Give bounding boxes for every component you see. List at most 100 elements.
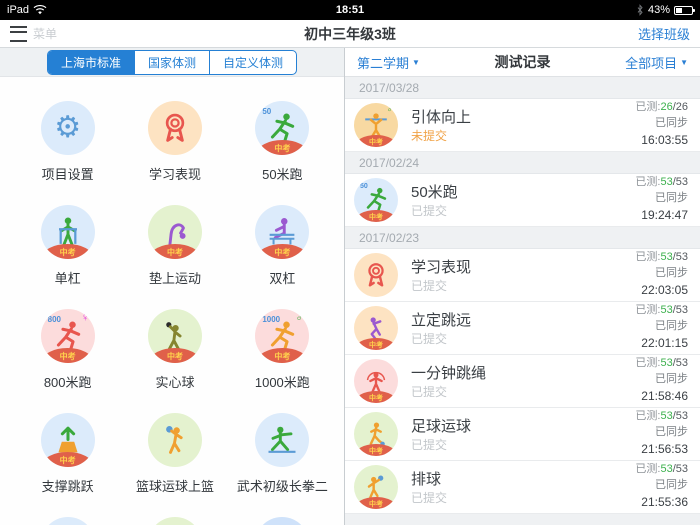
record-main: 立定跳远已提交 <box>411 309 635 347</box>
project-icon: 中考 <box>41 205 95 259</box>
record-row[interactable]: 中考立定跳远已提交已测:53/53已同步22:01:15 <box>345 302 700 355</box>
project-icon: 中考 <box>148 309 202 363</box>
record-row[interactable]: 50中考50米跑已提交已测:53/53已同步19:24:47 <box>345 174 700 227</box>
record-icon: 中考 <box>354 359 398 403</box>
male-icon: ♂ <box>387 104 395 116</box>
record-time: 19:24:47 <box>635 207 688 224</box>
status-right: 43% <box>636 4 693 16</box>
record-meta: 已测:53/53已同步22:01:15 <box>635 303 688 352</box>
project-icon: 800♀中考 <box>41 309 95 363</box>
grid-item-label: 武术初级长拳二 <box>237 476 328 495</box>
record-meta: 已测:53/53已同步19:24:47 <box>635 175 688 224</box>
record-icon: 中考 <box>354 412 398 456</box>
record-meta: 已测:53/53已同步21:56:53 <box>635 409 688 458</box>
record-meta: 已测:26/26已同步16:03:55 <box>635 100 688 149</box>
grid-item[interactable]: 50中考50米跑 <box>229 101 336 205</box>
content: 上海市标准国家体测自定义体测 ⚙项目设置学习表现50中考50米跑中考单杠中考垫上… <box>0 48 700 525</box>
grid-item[interactable]: 武术初级长拳二 <box>229 413 336 517</box>
grid-item[interactable]: 中考双杠 <box>229 205 336 309</box>
status-bar: iPad 18:51 43% <box>0 0 700 20</box>
record-name: 50米跑 <box>411 181 635 202</box>
grid-item-partial[interactable] <box>121 517 228 525</box>
grid-item-label: 垫上运动 <box>149 268 201 287</box>
grid-item[interactable]: 学习表现 <box>121 101 228 205</box>
date-header: 2017/03/28 <box>345 77 700 99</box>
tested-count: 已测:26/26 <box>635 100 688 116</box>
record-status: 已提交 <box>411 436 635 453</box>
grid-item[interactable]: 1000♂中考1000米跑 <box>229 309 336 413</box>
record-meta: 已测:53/53已同步21:55:36 <box>635 462 688 511</box>
grid-item-label: 800米跑 <box>44 372 92 391</box>
record-row[interactable]: 中考排球已提交已测:53/53已同步21:55:36 <box>345 461 700 514</box>
record-icon: 中考 <box>354 465 398 509</box>
distance-label: 50 <box>262 107 271 116</box>
semester-filter[interactable]: 第二学期 ▼ <box>357 53 420 72</box>
record-name: 足球运球 <box>411 415 635 436</box>
grid-item[interactable]: 中考单杠 <box>14 205 121 309</box>
record-status: 已提交 <box>411 330 635 347</box>
record-icon: 中考 <box>354 306 398 350</box>
date-header-partial <box>345 514 700 525</box>
grid-item-partial[interactable] <box>229 517 336 525</box>
record-status: 已提交 <box>411 383 635 400</box>
page-title: 初中三年级3班 <box>0 24 700 44</box>
distance-label: 1000 <box>262 315 280 324</box>
standards-tabs-strip: 上海市标准国家体测自定义体测 <box>0 48 344 77</box>
project-icon: 中考 <box>148 205 202 259</box>
record-name: 立定跳远 <box>411 309 635 330</box>
grid-item-label: 单杠 <box>55 268 81 287</box>
tab-0[interactable]: 上海市标准 <box>48 51 134 74</box>
record-time: 22:01:15 <box>635 335 688 352</box>
sync-status: 已同步 <box>635 116 688 132</box>
record-main: 排球已提交 <box>411 468 635 506</box>
sync-status: 已同步 <box>635 266 688 282</box>
bluetooth-icon <box>636 4 644 16</box>
tab-2[interactable]: 自定义体测 <box>209 51 296 74</box>
record-status: 已提交 <box>411 489 635 506</box>
caret-down-icon: ▼ <box>680 58 688 67</box>
tested-count: 已测:53/53 <box>635 250 688 266</box>
sync-status: 已同步 <box>635 372 688 388</box>
grid-item[interactable]: 篮球运球上篮 <box>121 413 228 517</box>
project-icon <box>148 413 202 467</box>
clock: 18:51 <box>0 4 700 16</box>
grid-item[interactable]: 中考支撑跳跃 <box>14 413 121 517</box>
battery-percent: 43% <box>648 4 670 16</box>
grid-item-label: 支撑跳跃 <box>42 476 94 495</box>
record-name: 一分钟跳绳 <box>411 362 635 383</box>
tested-count: 已测:53/53 <box>635 409 688 425</box>
sync-status: 已同步 <box>635 319 688 335</box>
grid-item[interactable]: 中考垫上运动 <box>121 205 228 309</box>
project-icon: 中考 <box>255 205 309 259</box>
grid-item[interactable]: 中考实心球 <box>121 309 228 413</box>
project-icon: 1000♂中考 <box>255 309 309 363</box>
records-header: 第二学期 ▼ 测试记录 全部项目 ▼ <box>345 48 700 77</box>
record-main: 50米跑已提交 <box>411 181 635 219</box>
grid-item-label: 实心球 <box>155 372 194 391</box>
tab-1[interactable]: 国家体测 <box>134 51 209 74</box>
record-row[interactable]: 中考足球运球已提交已测:53/53已同步21:56:53 <box>345 408 700 461</box>
records-list: 2017/03/28♂中考引体向上未提交已测:26/26已同步16:03:552… <box>345 77 700 525</box>
record-icon <box>354 253 398 297</box>
record-name: 引体向上 <box>411 106 635 127</box>
menu-label: 菜单 <box>33 25 57 42</box>
record-row[interactable]: 学习表现已提交已测:53/53已同步22:03:05 <box>345 249 700 302</box>
grid-item-label: 项目设置 <box>42 164 94 183</box>
menu-button[interactable]: 菜单 <box>10 25 57 42</box>
projects-grid: ⚙项目设置学习表现50中考50米跑中考单杠中考垫上运动中考双杠800♀中考800… <box>0 77 344 525</box>
record-main: 足球运球已提交 <box>411 415 635 453</box>
record-main: 学习表现已提交 <box>411 256 635 294</box>
record-main: 引体向上未提交 <box>411 106 635 144</box>
project-icon: ⚙ <box>41 101 95 155</box>
male-icon: ♂ <box>295 310 304 324</box>
grid-item-partial[interactable] <box>14 517 121 525</box>
project-filter[interactable]: 全部项目 ▼ <box>625 53 688 72</box>
grid-item[interactable]: ⚙ 项目设置 <box>14 101 121 205</box>
record-status: 已提交 <box>411 277 635 294</box>
record-row[interactable]: 中考一分钟跳绳已提交已测:53/53已同步21:58:46 <box>345 355 700 408</box>
select-class-link[interactable]: 选择班级 <box>638 24 690 43</box>
grid-item[interactable]: 800♀中考 800米跑 <box>14 309 121 413</box>
project-icon <box>41 517 95 525</box>
record-row[interactable]: ♂中考引体向上未提交已测:26/26已同步16:03:55 <box>345 99 700 152</box>
grid-item-label: 双杠 <box>269 268 295 287</box>
